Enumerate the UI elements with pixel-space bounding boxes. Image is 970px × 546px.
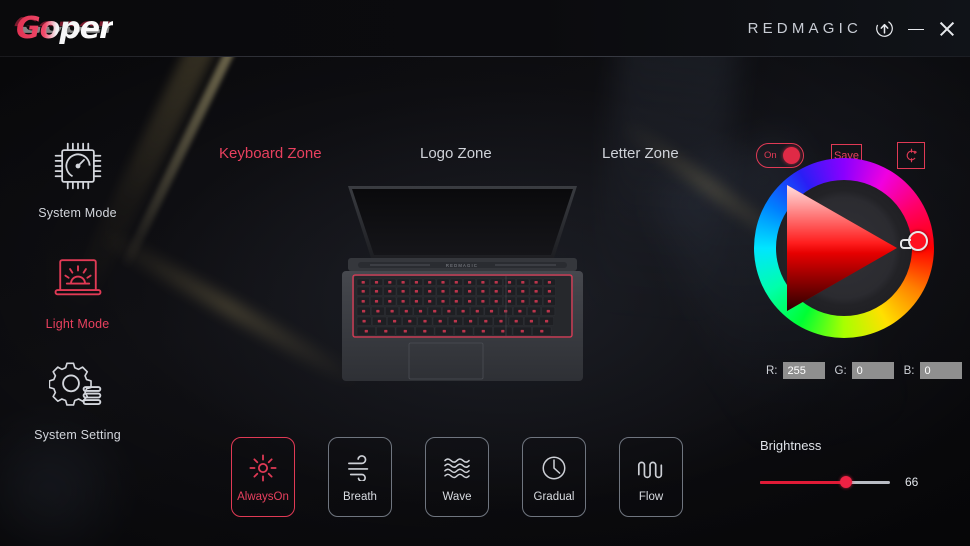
r-label: R:: [766, 364, 778, 377]
b-label: B:: [903, 364, 915, 377]
brightness-slider[interactable]: [760, 476, 890, 488]
cpu-gauge-icon: [50, 135, 106, 197]
square-wave-icon: [636, 451, 666, 485]
arrow-up-circle-icon[interactable]: [875, 19, 894, 38]
waves-icon: [442, 451, 472, 485]
rgb-group-g: G: 0: [835, 362, 894, 379]
sidebar-label-system-mode: System Mode: [38, 206, 117, 220]
laptop-sunrise-icon: [49, 246, 107, 308]
rgb-group-r: R: 255: [766, 362, 825, 379]
sidebar-item-light-mode[interactable]: Light Mode: [0, 246, 155, 331]
app-logo: Goper Goper Goper: [13, 10, 116, 46]
b-input[interactable]: 0: [919, 362, 962, 379]
zone-bar: Keyboard Zone Logo Zone Letter Zone On S…: [0, 57, 970, 169]
laptop-preview[interactable]: REDMAGIC: [330, 180, 595, 385]
tab-keyboard-zone[interactable]: Keyboard Zone: [219, 145, 322, 162]
gear-sliders-icon: [48, 357, 107, 419]
rgb-values: R: 255 G: 0 B: 0: [766, 362, 962, 379]
effect-button-wave[interactable]: Wave: [425, 437, 489, 517]
effect-button-flow[interactable]: Flow: [619, 437, 683, 517]
app-logo-text: Goper: [16, 10, 114, 46]
brand-label: REDMAGIC: [747, 20, 862, 37]
minimize-button[interactable]: [907, 20, 925, 38]
effect-label-breath: Breath: [343, 491, 377, 503]
effect-label-wave: Wave: [442, 491, 472, 503]
wind-icon: [345, 451, 375, 485]
device-brand-text: REDMAGIC: [446, 263, 478, 268]
sidebar-label-system-setting: System Setting: [34, 428, 121, 442]
sun-icon: [248, 451, 278, 485]
sidebar-item-system-mode[interactable]: System Mode: [0, 135, 155, 220]
sidebar-label-light-mode: Light Mode: [45, 317, 110, 331]
rgb-group-b: B: 0: [904, 362, 962, 379]
hue-selector-handle[interactable]: [900, 231, 928, 251]
effect-label-flow: Flow: [638, 491, 664, 503]
brightness-slider-row: 66: [760, 475, 945, 489]
sidebar: System Mode Light Mode System Setting: [0, 135, 155, 468]
brightness-label: Brightness: [760, 438, 822, 453]
effect-button-gradual[interactable]: Gradual: [522, 437, 586, 517]
close-button[interactable]: [938, 20, 956, 38]
effect-button-alwayson[interactable]: AlwaysOn: [231, 437, 295, 517]
tab-letter-zone[interactable]: Letter Zone: [602, 145, 679, 162]
color-wheel[interactable]: [754, 158, 934, 338]
effect-buttons: AlwaysOn Breath Wave Gradual Flow: [231, 437, 683, 517]
tab-logo-zone[interactable]: Logo Zone: [420, 145, 492, 162]
title-bar-controls: REDMAGIC: [748, 19, 956, 38]
effect-label-gradual: Gradual: [533, 491, 575, 503]
g-input[interactable]: 0: [851, 362, 894, 379]
effect-button-breath[interactable]: Breath: [328, 437, 392, 517]
g-label: G:: [834, 364, 847, 377]
sidebar-item-system-setting[interactable]: System Setting: [0, 357, 155, 442]
title-bar: Goper Goper Goper REDMAGIC: [0, 0, 970, 57]
redmagic-lighting-app: REDMAGIC Goper Goper Goper REDMAGIC: [0, 0, 970, 546]
brightness-value: 66: [905, 475, 919, 489]
brightness-fill: [760, 480, 846, 484]
brightness-knob[interactable]: [839, 476, 852, 488]
r-input[interactable]: 255: [782, 362, 825, 379]
brightness-control: Brightness 66: [760, 438, 945, 489]
clock-icon: [540, 451, 568, 485]
effect-label-alwayson: AlwaysOn: [237, 491, 289, 503]
